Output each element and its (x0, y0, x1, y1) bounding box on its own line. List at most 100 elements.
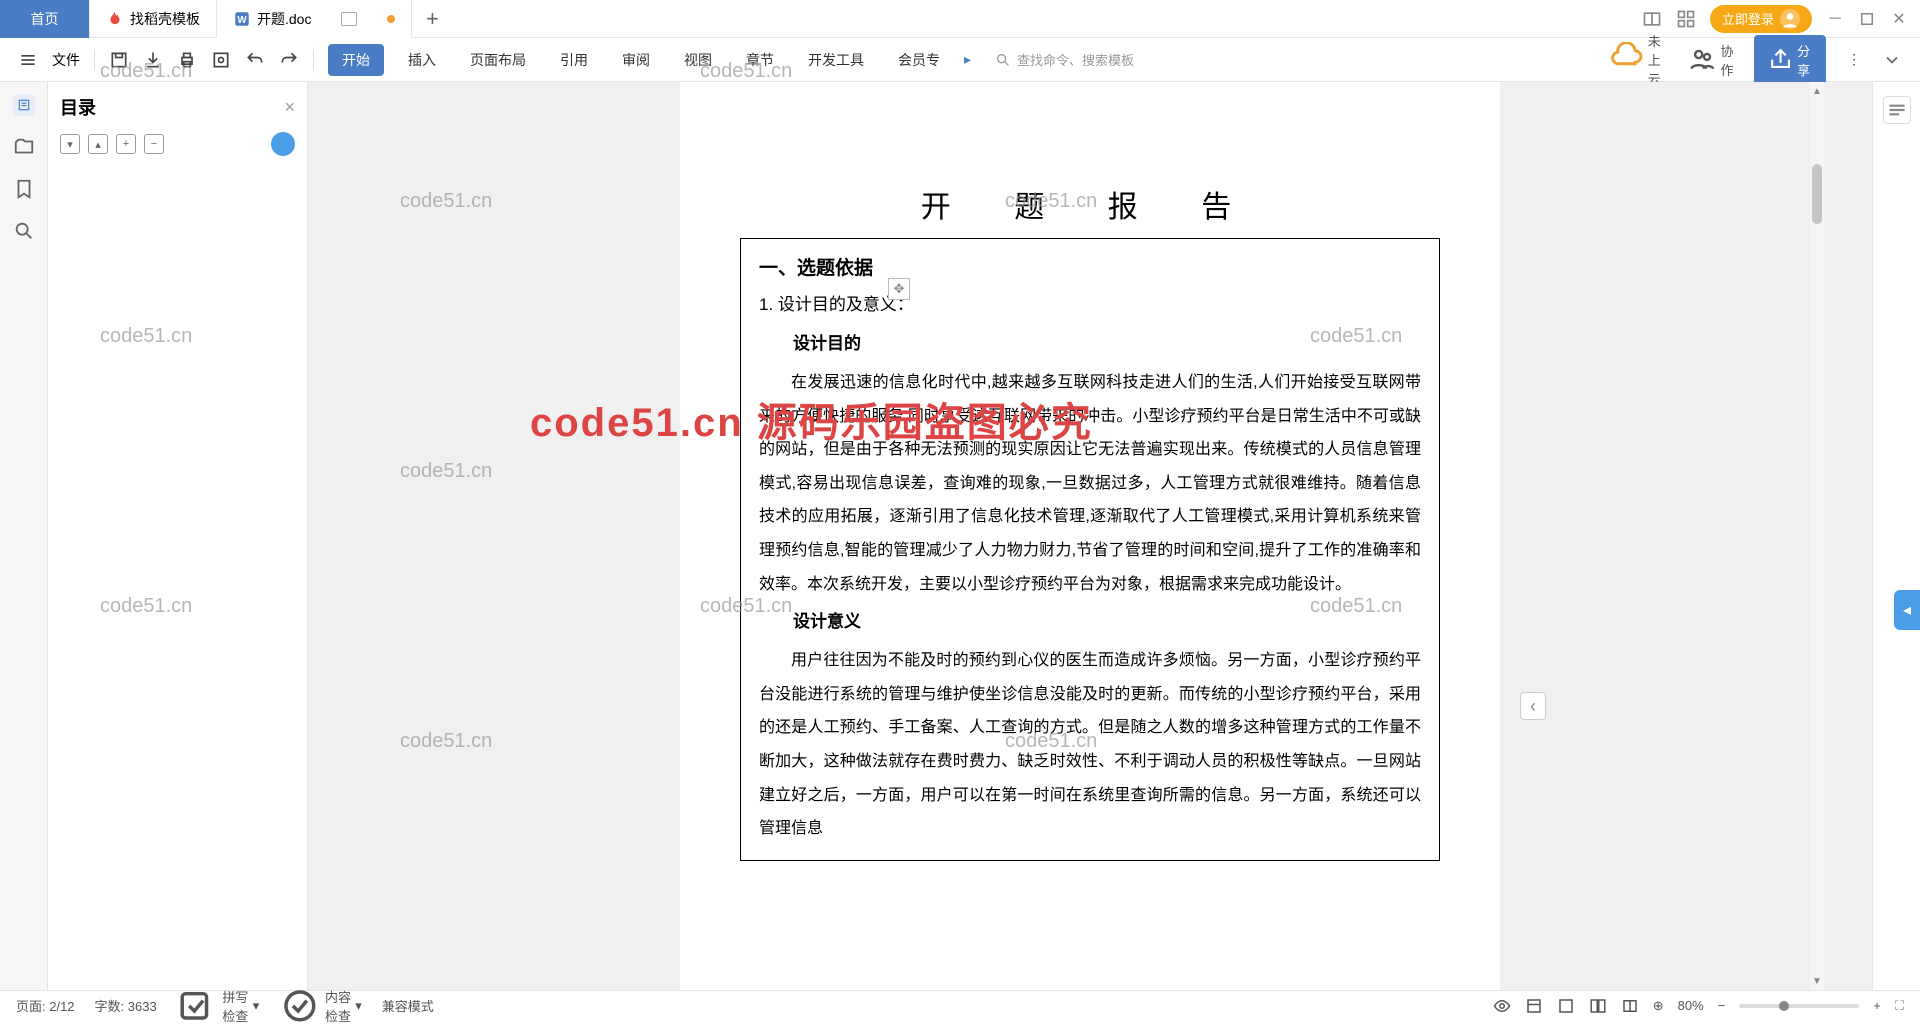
right-rail (1872, 82, 1920, 990)
share-button[interactable]: 分享 (1754, 35, 1826, 85)
avatar-icon (1780, 9, 1800, 29)
heading-2: 1. 设计目的及意义： (759, 290, 1421, 315)
expand-handle-icon[interactable]: ‹ (1520, 692, 1546, 720)
new-tab-button[interactable]: + (412, 6, 452, 32)
collapse-icon[interactable] (1882, 50, 1902, 70)
menu-devtools[interactable]: 开发工具 (798, 46, 874, 74)
zoom-slider[interactable] (1739, 1004, 1859, 1008)
menu-insert[interactable]: 插入 (398, 46, 446, 74)
save-icon[interactable] (109, 50, 129, 70)
menu-start[interactable]: 开始 (328, 44, 384, 76)
redo-icon[interactable] (279, 50, 299, 70)
paragraph: 用户往往因为不能及时的预约到心仪的医生而造成许多烦恼。另一方面，小型诊疗预约平台… (759, 644, 1421, 846)
expand-all-icon[interactable]: ▾ (60, 134, 80, 154)
fullscreen-icon[interactable]: ⛶ (1895, 998, 1904, 1014)
collab-button[interactable]: 协作 (1688, 41, 1736, 79)
folder-icon[interactable] (13, 136, 35, 158)
reading-mode-icon[interactable] (1621, 997, 1639, 1015)
spellcheck-label: 拼写检查 (222, 987, 248, 1025)
zoom-fit-icon[interactable]: ⊕ (1653, 998, 1664, 1014)
unsaved-dot-icon (387, 15, 395, 23)
collab-label: 协作 (1721, 41, 1736, 79)
heading-1: 一、选题依据 (759, 253, 1421, 280)
menu-member[interactable]: 会员专 (888, 46, 950, 74)
zoom-value[interactable]: 80% (1678, 998, 1704, 1013)
statusbar: 页面: 2/12 字数: 3633 拼写检查 ▾ 内容检查 ▾ 兼容模式 ⊕ 8… (0, 990, 1920, 1020)
outline-panel: 目录 × ▾ ▴ + − (48, 82, 308, 990)
left-rail (0, 82, 48, 990)
menu-reference[interactable]: 引用 (550, 46, 598, 74)
scroll-up-icon[interactable]: ▲ (1810, 84, 1824, 98)
search-icon (995, 52, 1011, 68)
scrollbar[interactable]: ▲ ▼ (1810, 82, 1824, 990)
svg-text:W: W (237, 14, 247, 25)
tab-document[interactable]: W 开题.doc (217, 0, 412, 38)
zoom-in-button[interactable]: + (1873, 998, 1881, 1013)
cloud-label: 未上云 (1648, 31, 1670, 88)
contentcheck-label: 内容检查 (325, 987, 351, 1025)
word-count[interactable]: 字数: 3633 (95, 996, 157, 1015)
scroll-down-icon[interactable]: ▼ (1810, 974, 1824, 988)
outline-icon[interactable] (13, 94, 35, 116)
share-label: 分享 (1797, 41, 1812, 79)
cloud-status[interactable]: 未上云 (1609, 31, 1670, 88)
view-mode-2-icon[interactable] (1557, 997, 1575, 1015)
print-icon[interactable] (177, 50, 197, 70)
close-button[interactable]: ✕ (1890, 10, 1908, 28)
more-icon[interactable]: ⋮ (1844, 50, 1864, 70)
panel-title: 目录 (60, 94, 96, 120)
move-handle-icon[interactable]: ✥ (888, 278, 910, 300)
menu-review[interactable]: 审阅 (612, 46, 660, 74)
tab-home[interactable]: 首页 (0, 0, 90, 38)
main-area: 目录 × ▾ ▴ + − 开 题 报 告 一、选题依据 1. 设计目的及意义： … (0, 82, 1920, 990)
eye-icon[interactable] (1493, 997, 1511, 1015)
minimize-button[interactable]: ─ (1826, 10, 1844, 28)
doc-content-box: 一、选题依据 1. 设计目的及意义： 设计目的 在发展迅速的信息化时代中,越来越… (740, 238, 1440, 861)
doc-title: 开 题 报 告 (740, 182, 1440, 226)
login-button[interactable]: 立即登录 (1710, 5, 1812, 33)
screen-icon (341, 12, 357, 26)
undo-icon[interactable] (245, 50, 265, 70)
preview-icon[interactable] (211, 50, 231, 70)
remove-icon[interactable]: − (144, 134, 164, 154)
export-icon[interactable] (143, 50, 163, 70)
file-menu[interactable]: 文件 (52, 50, 80, 70)
toolbar: 文件 开始 插入 页面布局 引用 审阅 视图 章节 开发工具 会员专 ▸ 查找命… (0, 38, 1920, 82)
add-icon[interactable]: + (116, 134, 136, 154)
command-search[interactable]: 查找命令、搜索模板 (995, 50, 1134, 69)
style-panel-icon[interactable] (1883, 96, 1911, 124)
bookmark-icon[interactable] (13, 178, 35, 200)
separator (94, 49, 95, 71)
heading-3: 设计意义 (759, 607, 1421, 632)
overflow-icon[interactable]: ▸ (964, 51, 971, 68)
view-mode-3-icon[interactable] (1589, 997, 1607, 1015)
document-viewport[interactable]: 开 题 报 告 一、选题依据 1. 设计目的及意义： 设计目的 在发展迅速的信息… (308, 82, 1872, 990)
hamburger-icon[interactable] (18, 50, 38, 70)
maximize-button[interactable] (1858, 10, 1876, 28)
grid-icon[interactable] (1676, 9, 1696, 29)
panel-close-button[interactable]: × (284, 97, 295, 118)
assistant-icon[interactable] (271, 132, 295, 156)
document-page: 开 题 报 告 一、选题依据 1. 设计目的及意义： 设计目的 在发展迅速的信息… (680, 82, 1500, 990)
heading-3: 设计目的 (759, 329, 1421, 354)
menu-view[interactable]: 视图 (674, 46, 722, 74)
search-placeholder: 查找命令、搜索模板 (1017, 50, 1134, 69)
separator (313, 49, 314, 71)
login-label: 立即登录 (1722, 9, 1774, 28)
page-indicator[interactable]: 页面: 2/12 (16, 996, 75, 1015)
paragraph: 在发展迅速的信息化时代中,越来越多互联网科技走进人们的生活,人们开始接受互联网带… (759, 366, 1421, 601)
word-icon: W (233, 10, 251, 28)
side-tab-icon[interactable]: ◂ (1894, 590, 1920, 630)
tab-label: 开题.doc (257, 9, 311, 29)
layout-icon[interactable] (1642, 9, 1662, 29)
tab-templates[interactable]: 找稻壳模板 (90, 0, 217, 38)
view-mode-1-icon[interactable] (1525, 997, 1543, 1015)
compat-mode[interactable]: 兼容模式 (382, 996, 434, 1015)
scroll-thumb[interactable] (1812, 164, 1822, 224)
zoom-out-button[interactable]: − (1718, 998, 1726, 1013)
find-icon[interactable] (13, 220, 35, 242)
zoom-knob[interactable] (1779, 1001, 1789, 1011)
menu-chapter[interactable]: 章节 (736, 46, 784, 74)
menu-layout[interactable]: 页面布局 (460, 46, 536, 74)
collapse-all-icon[interactable]: ▴ (88, 134, 108, 154)
